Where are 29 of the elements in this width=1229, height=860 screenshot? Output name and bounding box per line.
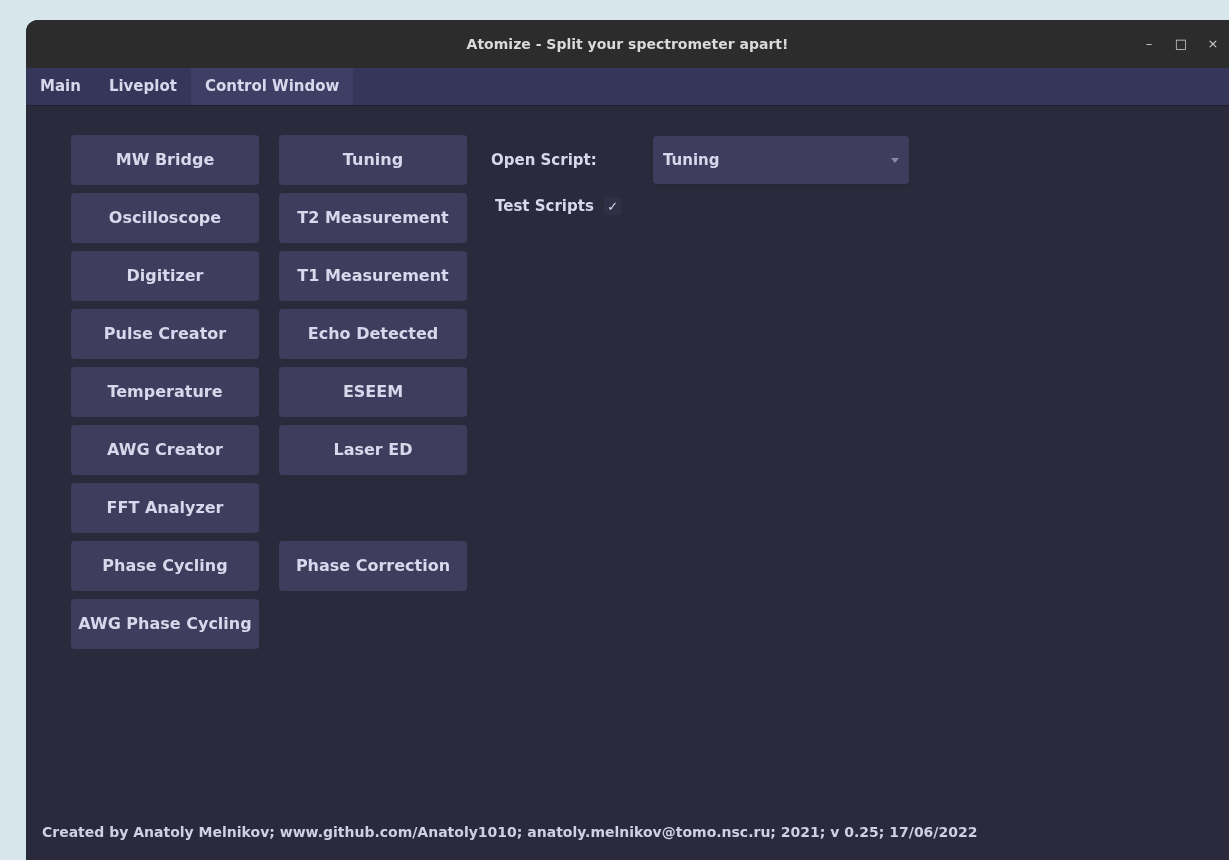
tab[interactable]: Liveplot <box>94 68 191 105</box>
tool-button[interactable]: Phase Correction <box>279 541 467 591</box>
tool-button[interactable]: Oscilloscope <box>71 193 259 243</box>
tool-button[interactable]: Temperature <box>71 367 259 417</box>
tool-button[interactable]: ESEEM <box>279 367 467 417</box>
tool-button[interactable]: Phase Cycling <box>71 541 259 591</box>
tab[interactable]: Control Window <box>190 68 354 105</box>
window-control[interactable]: □ <box>1165 34 1197 54</box>
window-title: Atomize - Split your spectrometer apart! <box>466 34 789 54</box>
tool-button[interactable]: Laser ED <box>279 425 467 475</box>
footer-credits: Created by Anatoly Melnikov; www.github.com/Anatoly1010; anatoly.melnikov@tomo.nsc.ru; 2021; v 0.25; 17/06/2022 <box>42 823 978 842</box>
tool-button[interactable]: MW Bridge <box>71 135 259 185</box>
tool-button[interactable]: Pulse Creator <box>71 309 259 359</box>
tool-button[interactable]: Tuning <box>279 135 467 185</box>
test-scripts-checkbox[interactable]: ✓ <box>603 197 622 216</box>
test-scripts-label: Test Scripts <box>495 196 594 217</box>
tool-button[interactable]: T2 Measurement <box>279 193 467 243</box>
tool-button[interactable]: AWG Creator <box>71 425 259 475</box>
tool-button[interactable]: T1 Measurement <box>279 251 467 301</box>
caret-icon <box>891 157 899 163</box>
tool-button[interactable]: FFT Analyzer <box>71 483 259 533</box>
window-control[interactable]: – <box>1133 34 1165 54</box>
tab[interactable]: Main <box>26 68 95 105</box>
window-control[interactable]: × <box>1197 34 1229 54</box>
tool-button[interactable]: AWG Phase Cycling <box>71 599 259 649</box>
open-script-label: Open Script: <box>491 149 598 171</box>
script-dropdown[interactable]: Tuning <box>653 136 909 184</box>
tool-button[interactable]: Echo Detected <box>279 309 467 359</box>
tool-button[interactable]: Digitizer <box>71 251 259 301</box>
